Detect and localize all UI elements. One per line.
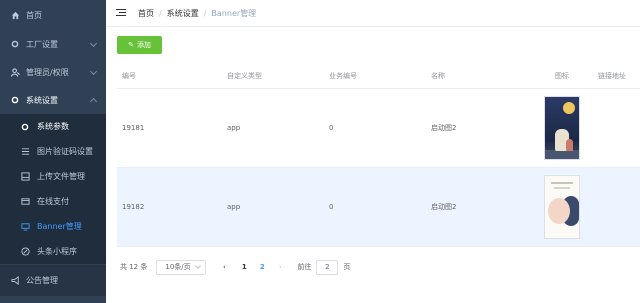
wallet-icon [20, 197, 30, 207]
page-button-1[interactable]: 1 [235, 263, 253, 271]
breadcrumb-current: Banner管理 [211, 8, 257, 18]
pagination: 共 12 条 10条/页 ‹ 1 2 › 前往 2 页 [120, 259, 350, 275]
cell-biz: 0 [329, 203, 334, 211]
cell-type: app [227, 203, 241, 211]
column-header-biz: 业务编号 [329, 71, 357, 80]
table-row[interactable]: 19181 app 0 启动图2 [117, 89, 640, 168]
breadcrumb-home[interactable]: 首页 [138, 8, 154, 19]
upload-icon [20, 172, 30, 182]
sidebar-item-label: 头条小程序 [37, 247, 77, 256]
page-button-2[interactable]: 2 [253, 263, 271, 271]
breadcrumb: 首页 / 系统设置 / Banner管理 [138, 8, 256, 19]
sidebar-item-system-settings[interactable]: 系统设置 [0, 86, 106, 114]
chevron-down-icon [89, 67, 98, 76]
page-size-value: 10条/页 [165, 263, 191, 271]
sidebar-item-label: Banner管理 [37, 222, 82, 231]
breadcrumb-separator: / [159, 8, 162, 18]
sidebar-item-label: 上传文件管理 [37, 172, 85, 181]
cell-icon [529, 175, 595, 239]
dot-icon [10, 95, 20, 105]
page-jumper: 前往 2 页 [297, 259, 351, 275]
pagination-total: 共 12 条 [120, 263, 148, 271]
sidebar: 首页 工厂设置 管理员/权限 系统设置 系统参数 图片验证码设置 上传文件管理 … [0, 0, 106, 303]
cell-name: 启动图2 [431, 203, 457, 211]
sidebar-item-online-payment[interactable]: 在线支付 [0, 189, 106, 214]
goto-suffix: 页 [343, 263, 351, 271]
column-header-name: 名称 [431, 71, 445, 80]
chevron-down-icon [195, 263, 202, 269]
sidebar-item-label: 图片验证码设置 [37, 147, 93, 156]
page-size-select[interactable]: 10条/页 [156, 259, 207, 275]
sidebar-item-announcements[interactable]: 公告管理 [0, 265, 106, 296]
sidebar-item-banner-management[interactable]: Banner管理 [0, 214, 106, 239]
user-icon [10, 67, 20, 77]
top-navbar: 首页 / 系统设置 / Banner管理 [106, 0, 640, 27]
table-header: 编号 自定义类型 业务编号 名称 图标 链接地址 [117, 63, 640, 89]
cell-id: 19182 [122, 203, 145, 211]
banner-thumbnail[interactable] [544, 96, 580, 160]
banner-thumbnail[interactable] [544, 175, 580, 239]
cell-biz: 0 [329, 124, 334, 132]
dot-icon [20, 122, 30, 132]
sidebar-item-label: 系统设置 [26, 95, 58, 105]
cell-icon [529, 96, 595, 160]
sidebar-item-system-params[interactable]: 系统参数 [0, 114, 106, 139]
column-header-id: 编号 [122, 71, 136, 80]
goto-label: 前往 [297, 263, 312, 271]
next-page-button[interactable]: › [275, 263, 285, 271]
cell-type: app [227, 124, 241, 132]
cell-name: 启动图2 [431, 124, 457, 132]
chevron-up-icon [89, 97, 98, 106]
column-header-type: 自定义类型 [227, 71, 262, 80]
home-icon [10, 10, 20, 20]
sidebar-item-home[interactable]: 首页 [0, 0, 106, 30]
compass-icon [20, 247, 30, 257]
sidebar-item-label: 工厂设置 [26, 39, 58, 49]
monitor-icon [20, 222, 30, 232]
add-button[interactable]: ✎ 添加 [117, 36, 162, 54]
column-header-link: 链接地址 [598, 71, 626, 80]
breadcrumb-separator: / [203, 8, 207, 18]
prev-page-button[interactable]: ‹ [219, 263, 229, 271]
dot-icon [10, 39, 20, 49]
column-header-icon: 图标 [555, 71, 569, 80]
sidebar-item-label: 管理员/权限 [26, 67, 69, 77]
sidebar-item-label: 首页 [26, 10, 42, 20]
edit-icon: ✎ [128, 41, 134, 49]
sidebar-item-admin-permissions[interactable]: 管理员/权限 [0, 58, 106, 86]
sidebar-item-upload-files[interactable]: 上传文件管理 [0, 164, 106, 189]
announce-icon [10, 276, 20, 286]
goto-page-input[interactable]: 2 [316, 259, 339, 275]
sidebar-item-label: 在线支付 [37, 197, 69, 206]
hamburger-icon[interactable] [116, 9, 126, 17]
app-root: 首页 工厂设置 管理员/权限 系统设置 系统参数 图片验证码设置 上传文件管理 … [0, 0, 640, 303]
sidebar-item-label: 系统参数 [37, 122, 69, 131]
list-icon [20, 147, 30, 157]
add-button-label: 添加 [136, 41, 151, 49]
banner-table: 编号 自定义类型 业务编号 名称 图标 链接地址 19181 app 0 启动图… [117, 63, 640, 247]
sidebar-item-captcha-settings[interactable]: 图片验证码设置 [0, 139, 106, 164]
main-content: ✎ 添加 编号 自定义类型 业务编号 名称 图标 链接地址 19181 app … [106, 27, 640, 303]
sidebar-item-factory-settings[interactable]: 工厂设置 [0, 30, 106, 58]
table-row[interactable]: 19182 app 0 启动图2 [117, 168, 640, 247]
cell-id: 19181 [122, 124, 145, 132]
breadcrumb-system-settings[interactable]: 系统设置 [167, 8, 199, 19]
sidebar-item-label: 公告管理 [26, 276, 58, 285]
sidebar-submenu: 系统参数 图片验证码设置 上传文件管理 在线支付 Banner管理 头条小程序 [0, 114, 106, 264]
sidebar-item-toutiao-miniprogram[interactable]: 头条小程序 [0, 239, 106, 264]
chevron-down-icon [89, 39, 98, 48]
